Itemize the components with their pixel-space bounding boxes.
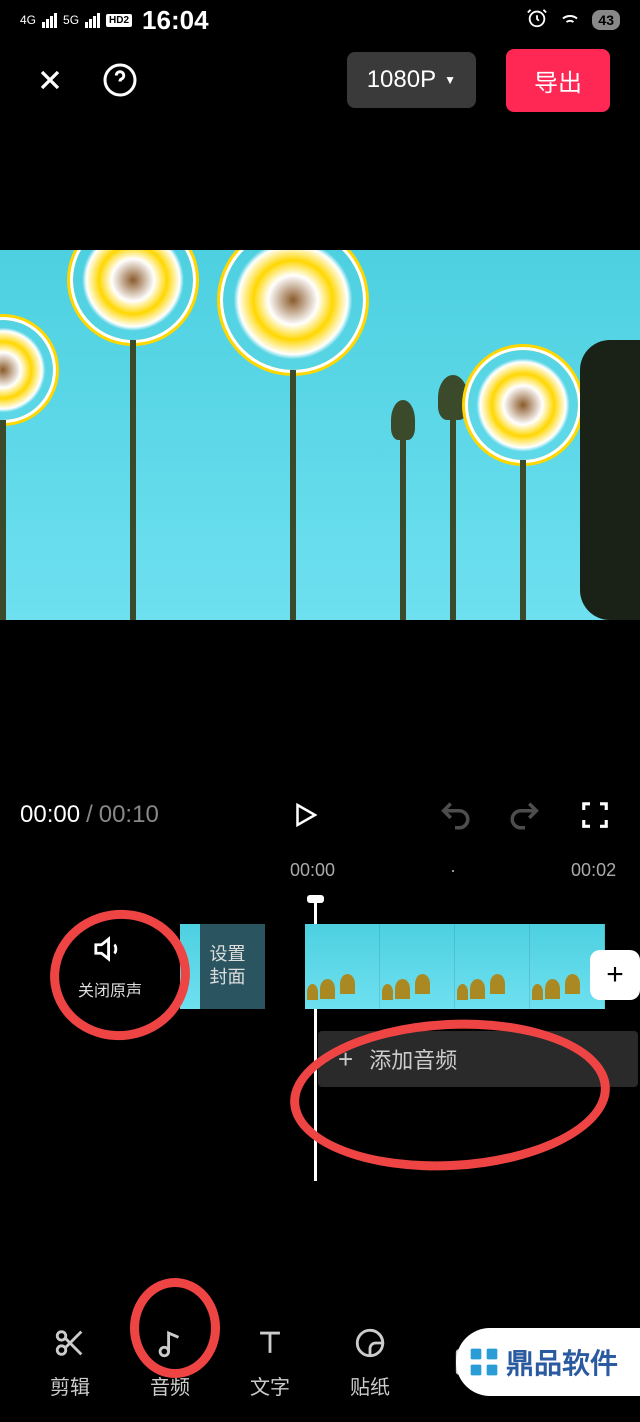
watermark-logo-icon [468,1346,500,1378]
help-button[interactable] [100,60,140,100]
alarm-icon [526,7,548,34]
cover-label: 设置 封面 [210,943,246,990]
time-separator: / [86,801,93,829]
resolution-label: 1080P [367,66,436,94]
resolution-button[interactable]: 1080P [347,52,476,108]
battery-level: 43 [592,10,620,30]
ruler-tick: 00:02 [571,860,616,881]
undo-button[interactable] [430,790,480,840]
mute-label: 关闭原声 [60,977,160,1001]
tool-label: 剪辑 [50,1371,90,1400]
ruler-dot [415,860,491,881]
wifi-icon [558,6,582,35]
export-button[interactable]: 导出 [506,49,610,112]
top-toolbar: 1080P 导出 [0,40,640,120]
tool-sticker[interactable]: 贴纸 [330,1325,410,1400]
scissors-icon [53,1325,87,1361]
timeline[interactable]: 关闭原声 设置 封面 + + 添加音频 [0,921,640,1181]
ruler-tick: 00:00 [290,860,335,881]
tool-text[interactable]: 文字 [230,1325,310,1400]
add-audio-track[interactable]: + 添加音频 [318,1031,638,1087]
clock: 16:04 [142,5,209,36]
watermark: 鼎品软件 [456,1328,640,1396]
network-5g-label: 5G [63,13,79,27]
fullscreen-button[interactable] [570,790,620,840]
text-icon [253,1325,287,1361]
status-bar: 4G 5G HD2 16:04 43 [0,0,640,40]
mute-original-button[interactable]: 关闭原声 [60,932,160,1001]
player-controls: 00:00 / 00:10 [0,790,640,840]
watermark-text: 鼎品软件 [506,1342,618,1382]
time-total: 00:10 [99,801,159,829]
hd-badge: HD2 [106,14,132,27]
tool-label: 贴纸 [350,1371,390,1400]
signal-icon [42,13,57,28]
tool-label: 文字 [250,1371,290,1400]
play-button[interactable] [280,790,330,840]
timeline-ruler: 00:00 00:02 [0,860,640,881]
tool-edit[interactable]: 剪辑 [30,1325,110,1400]
sticker-icon [353,1325,387,1361]
network-4g-label: 4G [20,13,36,27]
video-preview[interactable] [0,250,640,620]
tool-audio[interactable]: 音频 [130,1325,210,1400]
set-cover-button[interactable]: 设置 封面 [180,924,265,1009]
tool-label: 音频 [150,1371,190,1400]
plus-icon: + [338,1044,353,1075]
redo-button[interactable] [500,790,550,840]
add-clip-button[interactable]: + [590,950,640,1000]
add-audio-label: 添加音频 [369,1043,457,1075]
time-current: 00:00 [20,801,80,829]
video-clip[interactable] [305,924,605,1009]
close-button[interactable] [30,60,70,100]
signal-icon-2 [85,13,100,28]
music-note-icon [153,1325,187,1361]
